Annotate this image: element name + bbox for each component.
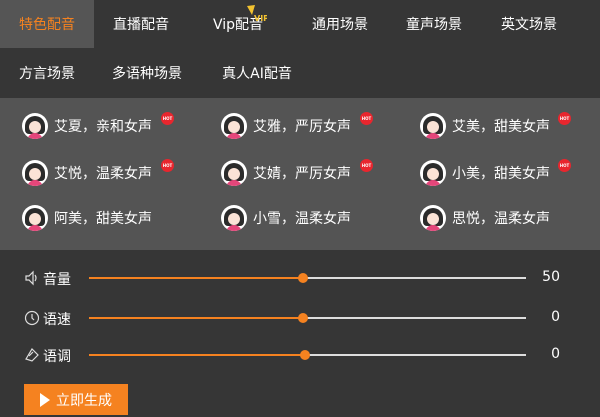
avatar (420, 205, 446, 231)
voice-label: 思悦，温柔女声 (452, 211, 550, 227)
tab-featured-voices[interactable]: 特色配音 (0, 0, 94, 48)
speed-slider-row: 语速 0 (0, 303, 600, 333)
tab-live-voices[interactable]: 直播配音 (94, 0, 188, 48)
voice-label: 小美，甜美女声 (452, 166, 550, 182)
generate-button[interactable]: 立即生成 (24, 384, 128, 415)
volume-icon (25, 270, 37, 286)
play-icon (40, 392, 50, 407)
pitch-icon (25, 348, 39, 362)
avatar (22, 205, 48, 231)
voice-label: 小雪，温柔女声 (253, 211, 351, 227)
voice-item[interactable]: 阿美，甜美女声 (22, 202, 152, 234)
pitch-slider[interactable] (89, 350, 526, 360)
tab-label: 特色配音 (19, 17, 75, 33)
tab-label: 英文场景 (501, 17, 557, 33)
slider-label: 语速 (43, 312, 71, 328)
avatar (22, 160, 48, 186)
avatar (420, 113, 446, 139)
voice-item[interactable]: 小美，甜美女声 HOT (420, 157, 571, 189)
tab-english-scenes[interactable]: 英文场景 (486, 0, 572, 48)
volume-slider-row: 音量 50 (0, 263, 600, 293)
tab-human-ai-voices[interactable]: 真人AI配音 (212, 48, 302, 98)
tab-child-scenes[interactable]: 童声场景 (391, 0, 477, 48)
slider-fill (89, 317, 304, 319)
voice-label: 艾美，甜美女声 (452, 119, 550, 135)
voice-item[interactable]: 艾雅，严厉女声 HOT (221, 110, 373, 142)
avatar (22, 113, 48, 139)
voice-list: 艾夏，亲和女声 HOT 艾雅，严厉女声 HOT 艾美，甜美女声 HOT 艾悦，温… (0, 98, 600, 250)
voice-label: 阿美，甜美女声 (54, 211, 152, 227)
slider-value: 0 (551, 346, 560, 362)
slider-thumb[interactable] (298, 273, 309, 283)
slider-fill (89, 277, 304, 279)
voice-label: 艾雅，严厉女声 (253, 119, 351, 135)
voice-label: 艾婧，严厉女声 (253, 166, 351, 182)
tab-label: 通用场景 (312, 17, 368, 33)
slider-label: 语调 (43, 349, 71, 365)
svg-text:VIP: VIP (254, 14, 267, 23)
voice-item[interactable]: 艾婧，严厉女声 HOT (221, 157, 373, 189)
generate-button-label: 立即生成 (56, 392, 112, 409)
tab-vip-voices[interactable]: Vip配音 VIP (188, 0, 288, 48)
tab-multilingual-scenes[interactable]: 多语种场景 (104, 48, 190, 98)
voice-label: 艾悦，温柔女声 (54, 166, 152, 182)
vip-crown-icon: VIP (247, 5, 267, 23)
tab-label: 直播配音 (113, 17, 169, 33)
tab-label: 童声场景 (406, 17, 462, 33)
slider-thumb[interactable] (298, 313, 309, 323)
tab-dialect-scenes[interactable]: 方言场景 (4, 48, 90, 98)
slider-label: 音量 (43, 272, 71, 288)
voice-item[interactable]: 艾夏，亲和女声 HOT (22, 110, 174, 142)
tab-general-scenes[interactable]: 通用场景 (297, 0, 383, 48)
hot-badge-icon: HOT (161, 112, 174, 125)
hot-badge-icon: HOT (558, 112, 571, 125)
slider-thumb[interactable] (300, 350, 311, 360)
tab-label: 多语种场景 (112, 66, 182, 82)
voice-item[interactable]: 小雪，温柔女声 (221, 202, 351, 234)
tab-label: 方言场景 (19, 66, 75, 82)
slider-value: 0 (551, 309, 560, 325)
speed-icon (24, 310, 40, 326)
tab-label: 真人AI配音 (222, 66, 292, 82)
avatar (221, 205, 247, 231)
volume-slider[interactable] (89, 273, 526, 283)
speed-slider[interactable] (89, 313, 526, 323)
voice-item[interactable]: 艾美，甜美女声 HOT (420, 110, 571, 142)
tab-bar-primary: 特色配音 直播配音 Vip配音 VIP 通用场景 童声场景 英文场景 (0, 0, 600, 48)
pitch-slider-row: 语调 0 (0, 340, 600, 370)
avatar (420, 160, 446, 186)
hot-badge-icon: HOT (558, 159, 571, 172)
slider-value: 50 (542, 269, 560, 285)
hot-badge-icon: HOT (161, 159, 174, 172)
avatar (221, 113, 247, 139)
voice-label: 艾夏，亲和女声 (54, 119, 152, 135)
slider-fill (89, 354, 306, 356)
hot-badge-icon: HOT (360, 159, 373, 172)
tab-bar-secondary: 方言场景 多语种场景 真人AI配音 (0, 48, 600, 98)
hot-badge-icon: HOT (360, 112, 373, 125)
avatar (221, 160, 247, 186)
voice-item[interactable]: 艾悦，温柔女声 HOT (22, 157, 174, 189)
voice-item[interactable]: 思悦，温柔女声 (420, 202, 550, 234)
